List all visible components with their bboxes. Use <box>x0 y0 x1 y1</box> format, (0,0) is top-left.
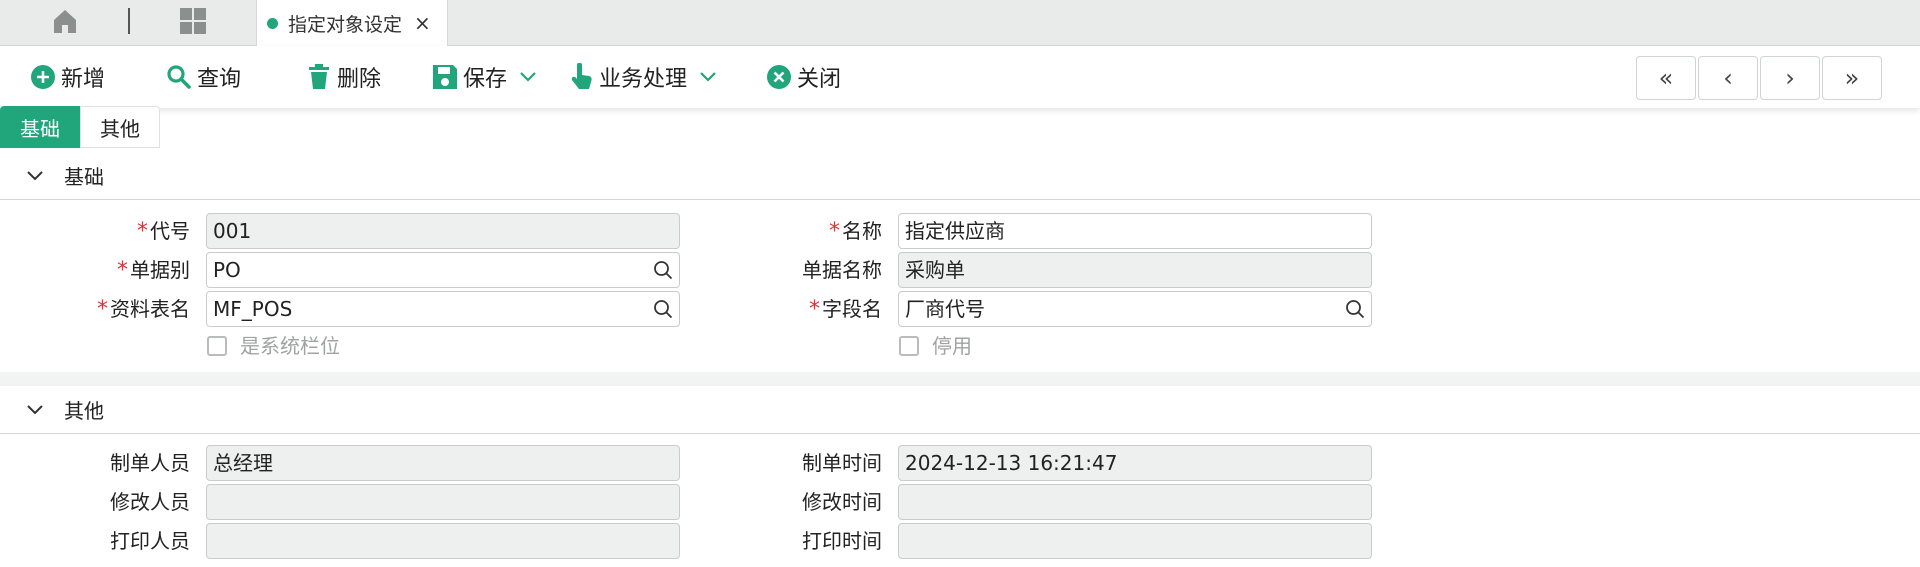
creator-field: 总经理 <box>206 445 680 481</box>
subtab-basic[interactable]: 基础 <box>0 106 80 148</box>
save-button[interactable]: 保存 <box>432 60 542 94</box>
modified-time-label: 修改时间 <box>802 490 882 514</box>
chevron-down-icon[interactable] <box>699 71 717 83</box>
home-icon[interactable] <box>50 6 80 36</box>
doc-type-label: * 单据别 <box>117 258 190 283</box>
printed-time-field <box>898 523 1372 559</box>
system-field-label: 是系统栏位 <box>240 334 340 358</box>
modifier-field <box>206 484 680 520</box>
system-field-checkbox[interactable] <box>207 336 227 356</box>
tab-strip-divider <box>128 8 130 34</box>
created-time-label: 制单时间 <box>802 451 882 475</box>
first-record-button[interactable]: « <box>1636 56 1696 100</box>
name-label: * 名称 <box>829 219 882 244</box>
tab-close-icon[interactable]: × <box>414 13 431 33</box>
modified-time-field <box>898 484 1372 520</box>
section-header-basic[interactable]: 基础 <box>0 152 1920 200</box>
subtab-other[interactable]: 其他 <box>80 106 160 148</box>
business-process-button[interactable]: 业务处理 <box>570 60 722 94</box>
plus-circle-icon <box>31 65 55 89</box>
query-button-label: 查询 <box>197 67 242 92</box>
modifier-label: 修改人员 <box>110 490 190 514</box>
table-name-field[interactable]: MF_POS <box>206 291 680 327</box>
disabled-label: 停用 <box>932 334 972 358</box>
last-record-button[interactable]: » <box>1822 56 1882 100</box>
doc-type-field[interactable]: PO <box>206 252 680 288</box>
printed-time-label: 打印时间 <box>802 529 882 553</box>
section-header-other[interactable]: 其他 <box>0 386 1920 434</box>
tab-strip: 指定对象设定 × <box>0 0 1920 46</box>
doc-name-label: 单据名称 <box>802 258 882 282</box>
add-button-label: 新增 <box>61 67 106 92</box>
disabled-checkbox[interactable] <box>899 336 919 356</box>
search-icon <box>167 65 191 89</box>
form-subtabs: 基础 其他 <box>0 106 160 148</box>
save-button-label: 保存 <box>463 67 508 92</box>
printer-field <box>206 523 680 559</box>
chevron-down-icon[interactable] <box>519 71 537 83</box>
delete-button[interactable]: 删除 <box>306 60 381 94</box>
section-title: 其他 <box>64 399 104 423</box>
table-name-value: MF_POS <box>213 297 293 321</box>
doc-name-field: 采购单 <box>898 252 1372 288</box>
trash-icon <box>309 64 329 89</box>
floppy-disk-icon <box>433 65 457 89</box>
apps-grid-icon[interactable] <box>178 6 208 36</box>
search-icon[interactable] <box>1345 299 1365 319</box>
printer-label: 打印人员 <box>110 529 190 553</box>
code-field: 001 <box>206 213 680 249</box>
previous-record-button[interactable]: ‹ <box>1698 56 1758 100</box>
close-button[interactable]: 关闭 <box>766 60 841 94</box>
chevron-down-icon <box>27 404 43 414</box>
business-process-label: 业务处理 <box>599 67 688 92</box>
add-button[interactable]: 新增 <box>30 60 105 94</box>
other-form: 制单人员 总经理 制单时间 2024-12-13 16:21:47 修改人员 修… <box>0 435 1920 567</box>
section-title: 基础 <box>64 165 104 189</box>
tab-designated-object-settings[interactable]: 指定对象设定 × <box>256 0 448 46</box>
table-name-label: * 资料表名 <box>97 297 190 322</box>
close-button-label: 关闭 <box>797 67 842 92</box>
query-button[interactable]: 查询 <box>166 60 241 94</box>
search-icon[interactable] <box>653 260 673 280</box>
creator-label: 制单人员 <box>110 451 190 475</box>
tab-title: 指定对象设定 <box>288 13 403 36</box>
field-name-value: 厂商代号 <box>905 297 985 321</box>
delete-button-label: 删除 <box>337 67 382 92</box>
section-spacer <box>0 372 1920 386</box>
code-label: * 代号 <box>137 219 190 244</box>
basic-form: * 代号 001 * 名称 指定供应商 * 单据别 PO 单据名称 采购单 * 资料表名… <box>0 201 1920 372</box>
name-field[interactable]: 指定供应商 <box>898 213 1372 249</box>
created-time-field: 2024-12-13 16:21:47 <box>898 445 1372 481</box>
hand-pointer-icon <box>571 63 592 89</box>
field-name-label: * 字段名 <box>809 297 882 322</box>
chevron-down-icon <box>27 170 43 180</box>
doc-type-value: PO <box>213 258 241 282</box>
search-icon[interactable] <box>653 299 673 319</box>
field-name-field[interactable]: 厂商代号 <box>898 291 1372 327</box>
toolbar: 新增 查询 删除 保存 业务处理 关闭 « ‹ › » <box>0 46 1920 108</box>
tab-status-dot <box>267 17 278 29</box>
next-record-button[interactable]: › <box>1760 56 1820 100</box>
close-circle-icon <box>767 65 791 89</box>
